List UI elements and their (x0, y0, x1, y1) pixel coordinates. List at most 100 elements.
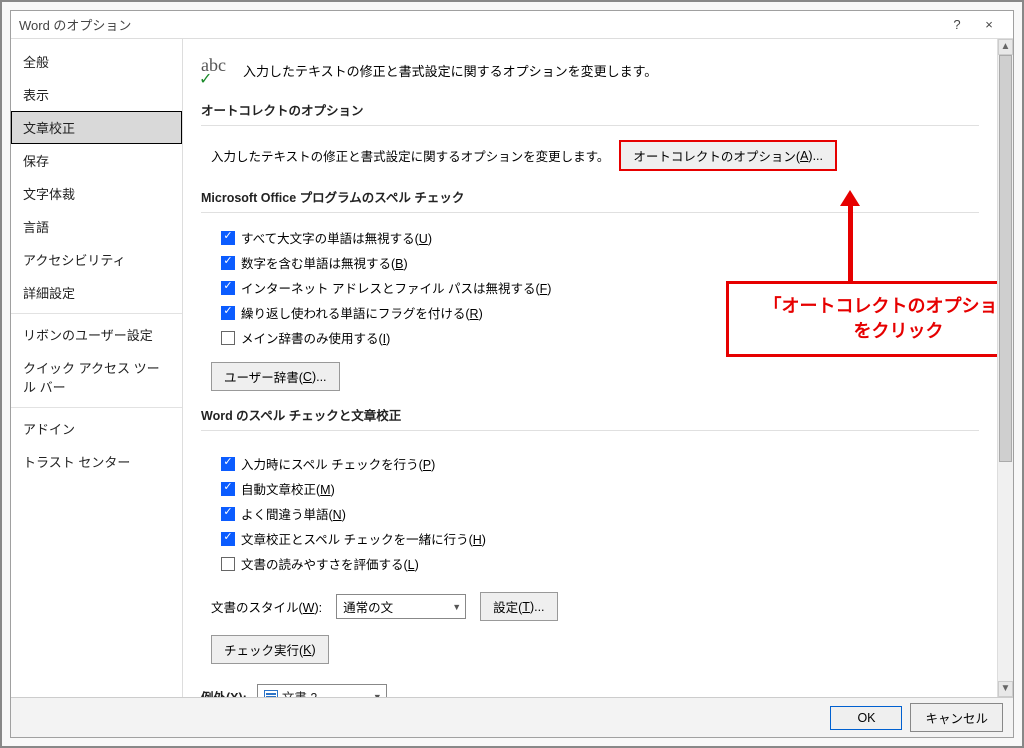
word-options-dialog: Word のオプション ? × 全般 表示 文章校正 保存 文字体裁 言語 アク… (10, 10, 1014, 738)
office-spell-opt-2-checkbox[interactable]: ✓ (221, 281, 235, 295)
sidebar-item-quick-access[interactable]: クイック アクセス ツール バー (11, 351, 182, 403)
word-spell-opt-3-row: ✓ 文章校正とスペル チェックを一緒に行う(H) (211, 526, 979, 551)
btn-text-post: )... (808, 149, 823, 163)
sidebar-separator (11, 313, 182, 314)
office-spell-opt-1-checkbox[interactable]: ✓ (221, 256, 235, 270)
sidebar-item-save[interactable]: 保存 (11, 144, 182, 177)
scroll-track[interactable] (998, 55, 1013, 681)
help-button[interactable]: ? (941, 17, 973, 32)
word-spell-opt-3-checkbox[interactable]: ✓ (221, 532, 235, 546)
recheck-document-button[interactable]: チェック実行(K) (211, 635, 329, 664)
annotation-line1: 「オートコレクトのオプション」 (743, 294, 997, 319)
sidebar-item-label: 詳細設定 (23, 286, 75, 301)
writing-style-label: 文書のスタイル(W): (211, 597, 322, 616)
scroll-down-button[interactable]: ▼ (998, 681, 1013, 697)
checkmark-icon: ✓ (223, 306, 232, 317)
word-spell-opt-0-row: ✓ 入力時にスペル チェックを行う(P) (211, 451, 979, 476)
sidebar-item-label: 文字体裁 (23, 187, 75, 202)
chevron-down-icon: ▼ (452, 602, 461, 612)
sidebar-item-advanced[interactable]: 詳細設定 (11, 276, 182, 309)
word-spell-opt-2-label: よく間違う単語(N) (241, 504, 346, 523)
scroll-thumb[interactable] (999, 55, 1012, 462)
ok-button[interactable]: OK (830, 706, 902, 730)
sidebar-item-language[interactable]: 言語 (11, 210, 182, 243)
sidebar-item-label: 文章校正 (23, 121, 75, 136)
office-spell-opt-1-label: 数字を含む単語は無視する(B) (241, 253, 408, 272)
checkmark-icon: ✓ (223, 457, 232, 468)
office-spell-opt-3-checkbox[interactable]: ✓ (221, 306, 235, 320)
exceptions-document-value: 文書 2 (282, 687, 317, 697)
writing-style-select[interactable]: 通常の文 ▼ (336, 594, 466, 619)
checkmark-icon: ✓ (223, 256, 232, 267)
sidebar-item-label: トラスト センター (23, 455, 130, 470)
btn-text-key: A (800, 149, 808, 163)
office-spell-opt-0-label: すべて大文字の単語は無視する(U) (241, 228, 432, 247)
word-spell-options: ✓ 入力時にスペル チェックを行う(P) ✓ 自動文章校正(M) ✓ よく間違う単語(N)… (201, 439, 979, 584)
sidebar-separator (11, 407, 182, 408)
sidebar-item-label: リボンのユーザー設定 (23, 328, 153, 343)
checkmark-icon: ✓ (223, 482, 232, 493)
word-spell-opt-4-checkbox[interactable] (221, 557, 235, 571)
scroll-up-button[interactable]: ▲ (998, 39, 1013, 55)
checkmark-icon: ✓ (223, 507, 232, 518)
office-spell-opt-0-row: ✓ すべて大文字の単語は無視する(U) (211, 225, 979, 250)
word-spell-opt-1-label: 自動文章校正(M) (241, 479, 335, 498)
office-spell-opt-1-row: ✓ 数字を含む単語は無視する(B) (211, 250, 979, 275)
btn-text-pre: オートコレクトのオプション( (633, 146, 800, 165)
autocorrect-options-button[interactable]: オートコレクトのオプション(A)... (619, 140, 837, 171)
office-spell-opt-4-checkbox[interactable] (221, 331, 235, 345)
word-spell-opt-3-label: 文章校正とスペル チェックを一緒に行う(H) (241, 529, 486, 548)
sidebar-item-trust-center[interactable]: トラスト センター (11, 445, 182, 478)
word-spell-opt-0-checkbox[interactable]: ✓ (221, 457, 235, 471)
writing-style-value: 通常の文 (343, 597, 393, 616)
section-word-spell-heading: Word のスペル チェックと文章校正 (201, 399, 979, 431)
checkmark-icon: ✓ (223, 281, 232, 292)
user-dictionary-button[interactable]: ユーザー辞書(C)... (211, 362, 340, 391)
office-spell-opt-0-checkbox[interactable]: ✓ (221, 231, 235, 245)
cancel-button[interactable]: キャンセル (910, 703, 1003, 732)
sidebar-item-typography[interactable]: 文字体裁 (11, 177, 182, 210)
sidebar-item-label: アドイン (23, 422, 75, 437)
sidebar-item-accessibility[interactable]: アクセシビリティ (11, 243, 182, 276)
sidebar-item-proofing[interactable]: 文章校正 (11, 111, 182, 144)
word-spell-opt-1-checkbox[interactable]: ✓ (221, 482, 235, 496)
exceptions-label: 例外(X): (201, 687, 247, 697)
sidebar-item-customize-ribbon[interactable]: リボンのユーザー設定 (11, 318, 182, 351)
sidebar-nav: 全般 表示 文章校正 保存 文字体裁 言語 アクセシビリティ 詳細設定 リボンの… (11, 39, 183, 697)
office-spell-opt-4-label: メイン辞書のみ使用する(I) (241, 328, 390, 347)
sidebar-item-display[interactable]: 表示 (11, 78, 182, 111)
word-spell-opt-0-label: 入力時にスペル チェックを行う(P) (241, 454, 435, 473)
proofing-icon: abc ✓ (201, 55, 233, 76)
word-spell-opt-2-checkbox[interactable]: ✓ (221, 507, 235, 521)
word-spell-opt-4-row: 文書の読みやすさを評価する(L) (211, 551, 979, 576)
autocorrect-desc: 入力したテキストの修正と書式設定に関するオプションを変更します。 (211, 146, 609, 165)
word-spell-opt-1-row: ✓ 自動文章校正(M) (211, 476, 979, 501)
intro-text: 入力したテキストの修正と書式設定に関するオプションを変更します。 (243, 55, 657, 80)
content-pane: abc ✓ 入力したテキストの修正と書式設定に関するオプションを変更します。 オ… (183, 39, 997, 697)
vertical-scrollbar[interactable]: ▲ ▼ (997, 39, 1013, 697)
sidebar-item-label: 保存 (23, 154, 49, 169)
document-icon (264, 690, 278, 698)
sidebar-item-label: 言語 (23, 220, 49, 235)
titlebar: Word のオプション ? × (11, 11, 1013, 39)
exceptions-document-select[interactable]: 文書 2 ▼ (257, 684, 387, 697)
writing-style-settings-button[interactable]: 設定(T)... (480, 592, 557, 621)
annotation-arrow-head (840, 190, 860, 206)
checkmark-icon: ✓ (223, 231, 232, 242)
annotation-arrow (848, 204, 853, 284)
annotation-line2: をクリック (743, 319, 997, 344)
sidebar-item-addins[interactable]: アドイン (11, 412, 182, 445)
section-autocorrect-heading: オートコレクトのオプション (201, 94, 979, 126)
sidebar-item-label: アクセシビリティ (23, 253, 126, 268)
sidebar-item-label: 全般 (23, 55, 49, 70)
sidebar-item-label: クイック アクセス ツール バー (23, 361, 160, 395)
close-button[interactable]: × (973, 17, 1005, 32)
sidebar-item-general[interactable]: 全般 (11, 45, 182, 78)
annotation-callout: 「オートコレクトのオプション」 をクリック (726, 281, 997, 357)
office-spell-opt-2-label: インターネット アドレスとファイル パスは無視する(F) (241, 278, 551, 297)
section-office-spell-heading: Microsoft Office プログラムのスペル チェック (201, 181, 979, 213)
checkmark-icon: ✓ (199, 69, 212, 89)
word-spell-opt-2-row: ✓ よく間違う単語(N) (211, 501, 979, 526)
window-title: Word のオプション (19, 15, 941, 34)
checkmark-icon: ✓ (223, 532, 232, 543)
